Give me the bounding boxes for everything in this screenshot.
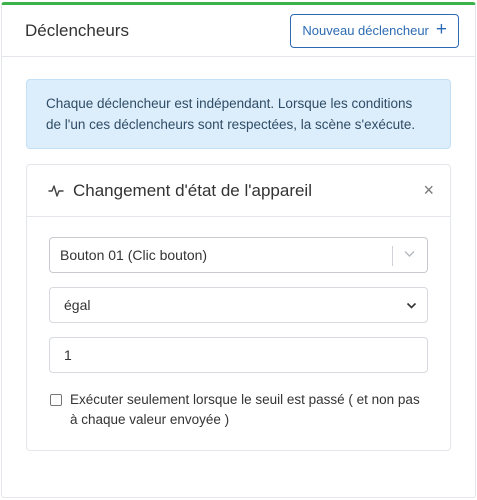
info-alert: Chaque déclencheur est indépendant. Lors… — [26, 79, 451, 149]
operator-select-value: égal — [64, 297, 91, 313]
page-title: Déclencheurs — [25, 20, 129, 40]
triggers-card: Déclencheurs Nouveau déclencheur + Chaqu… — [1, 2, 476, 498]
device-select-value: Bouton 01 (Clic bouton) — [60, 247, 208, 263]
trigger-panel: Changement d'état de l'appareil × Bouton… — [26, 164, 451, 451]
plus-icon: + — [435, 19, 447, 40]
threshold-option: Exécuter seulement lorsque le seuil est … — [49, 390, 428, 430]
card-body: Chaque déclencheur est indépendant. Lors… — [2, 57, 475, 473]
close-icon[interactable]: × — [423, 180, 434, 201]
card-header: Déclencheurs Nouveau déclencheur + — [2, 5, 475, 57]
new-trigger-button[interactable]: Nouveau déclencheur + — [290, 13, 459, 48]
select-separator — [392, 246, 393, 266]
new-trigger-label: Nouveau déclencheur — [302, 23, 429, 38]
value-input[interactable]: 1 — [49, 337, 428, 373]
trigger-title: Changement d'état de l'appareil — [73, 180, 312, 200]
threshold-checkbox-label[interactable]: Exécuter seulement lorsque le seuil est … — [70, 390, 428, 430]
trigger-body: Bouton 01 (Clic bouton) égal 1 Exécuter … — [27, 217, 450, 450]
operator-select[interactable]: égal — [49, 287, 428, 323]
device-select[interactable]: Bouton 01 (Clic bouton) — [49, 237, 428, 273]
pulse-icon — [48, 184, 64, 197]
chevron-down-icon[interactable] — [403, 247, 416, 260]
chevron-down-icon — [406, 302, 417, 309]
threshold-checkbox[interactable] — [50, 394, 62, 406]
trigger-header: Changement d'état de l'appareil × — [27, 165, 450, 217]
